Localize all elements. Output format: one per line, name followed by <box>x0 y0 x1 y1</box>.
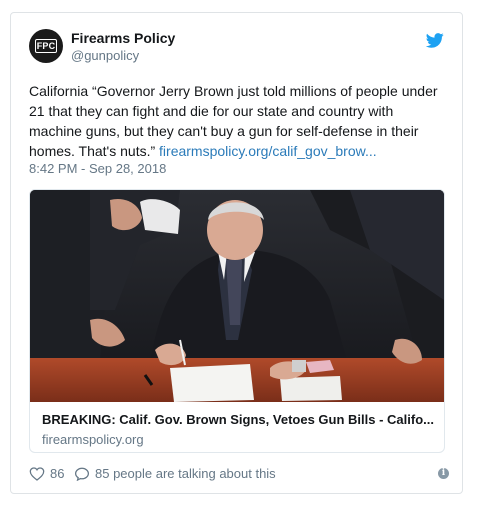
card-domain: firearmspolicy.org <box>42 432 144 447</box>
conversation-link[interactable]: 85 people are talking about this <box>95 466 276 481</box>
user-handle[interactable]: @gunpolicy <box>71 48 139 63</box>
card-title[interactable]: BREAKING: Calif. Gov. Brown Signs, Vetoe… <box>42 412 434 427</box>
twitter-bird-icon[interactable] <box>426 33 444 48</box>
info-icon[interactable]: i <box>438 468 449 479</box>
avatar[interactable]: FPC <box>29 29 63 63</box>
card-image[interactable] <box>30 190 444 402</box>
embedded-tweet: FPC Firearms Policy @gunpolicy Californi… <box>10 12 463 494</box>
display-name[interactable]: Firearms Policy <box>71 30 175 46</box>
tweet-timestamp[interactable]: 8:42 PM - Sep 28, 2018 <box>29 161 166 176</box>
like-count[interactable]: 86 <box>50 466 64 481</box>
tweet-link[interactable]: firearmspolicy.org/calif_gov_brow... <box>159 143 377 159</box>
tweet-actions: 86 85 people are talking about this i <box>29 465 449 483</box>
link-card[interactable]: BREAKING: Calif. Gov. Brown Signs, Vetoe… <box>29 189 445 453</box>
speech-bubble-icon[interactable] <box>74 467 90 481</box>
tweet-text: California “Governor Jerry Brown just to… <box>29 81 449 161</box>
heart-icon[interactable] <box>29 467 45 481</box>
avatar-logo-text: FPC <box>34 39 58 53</box>
